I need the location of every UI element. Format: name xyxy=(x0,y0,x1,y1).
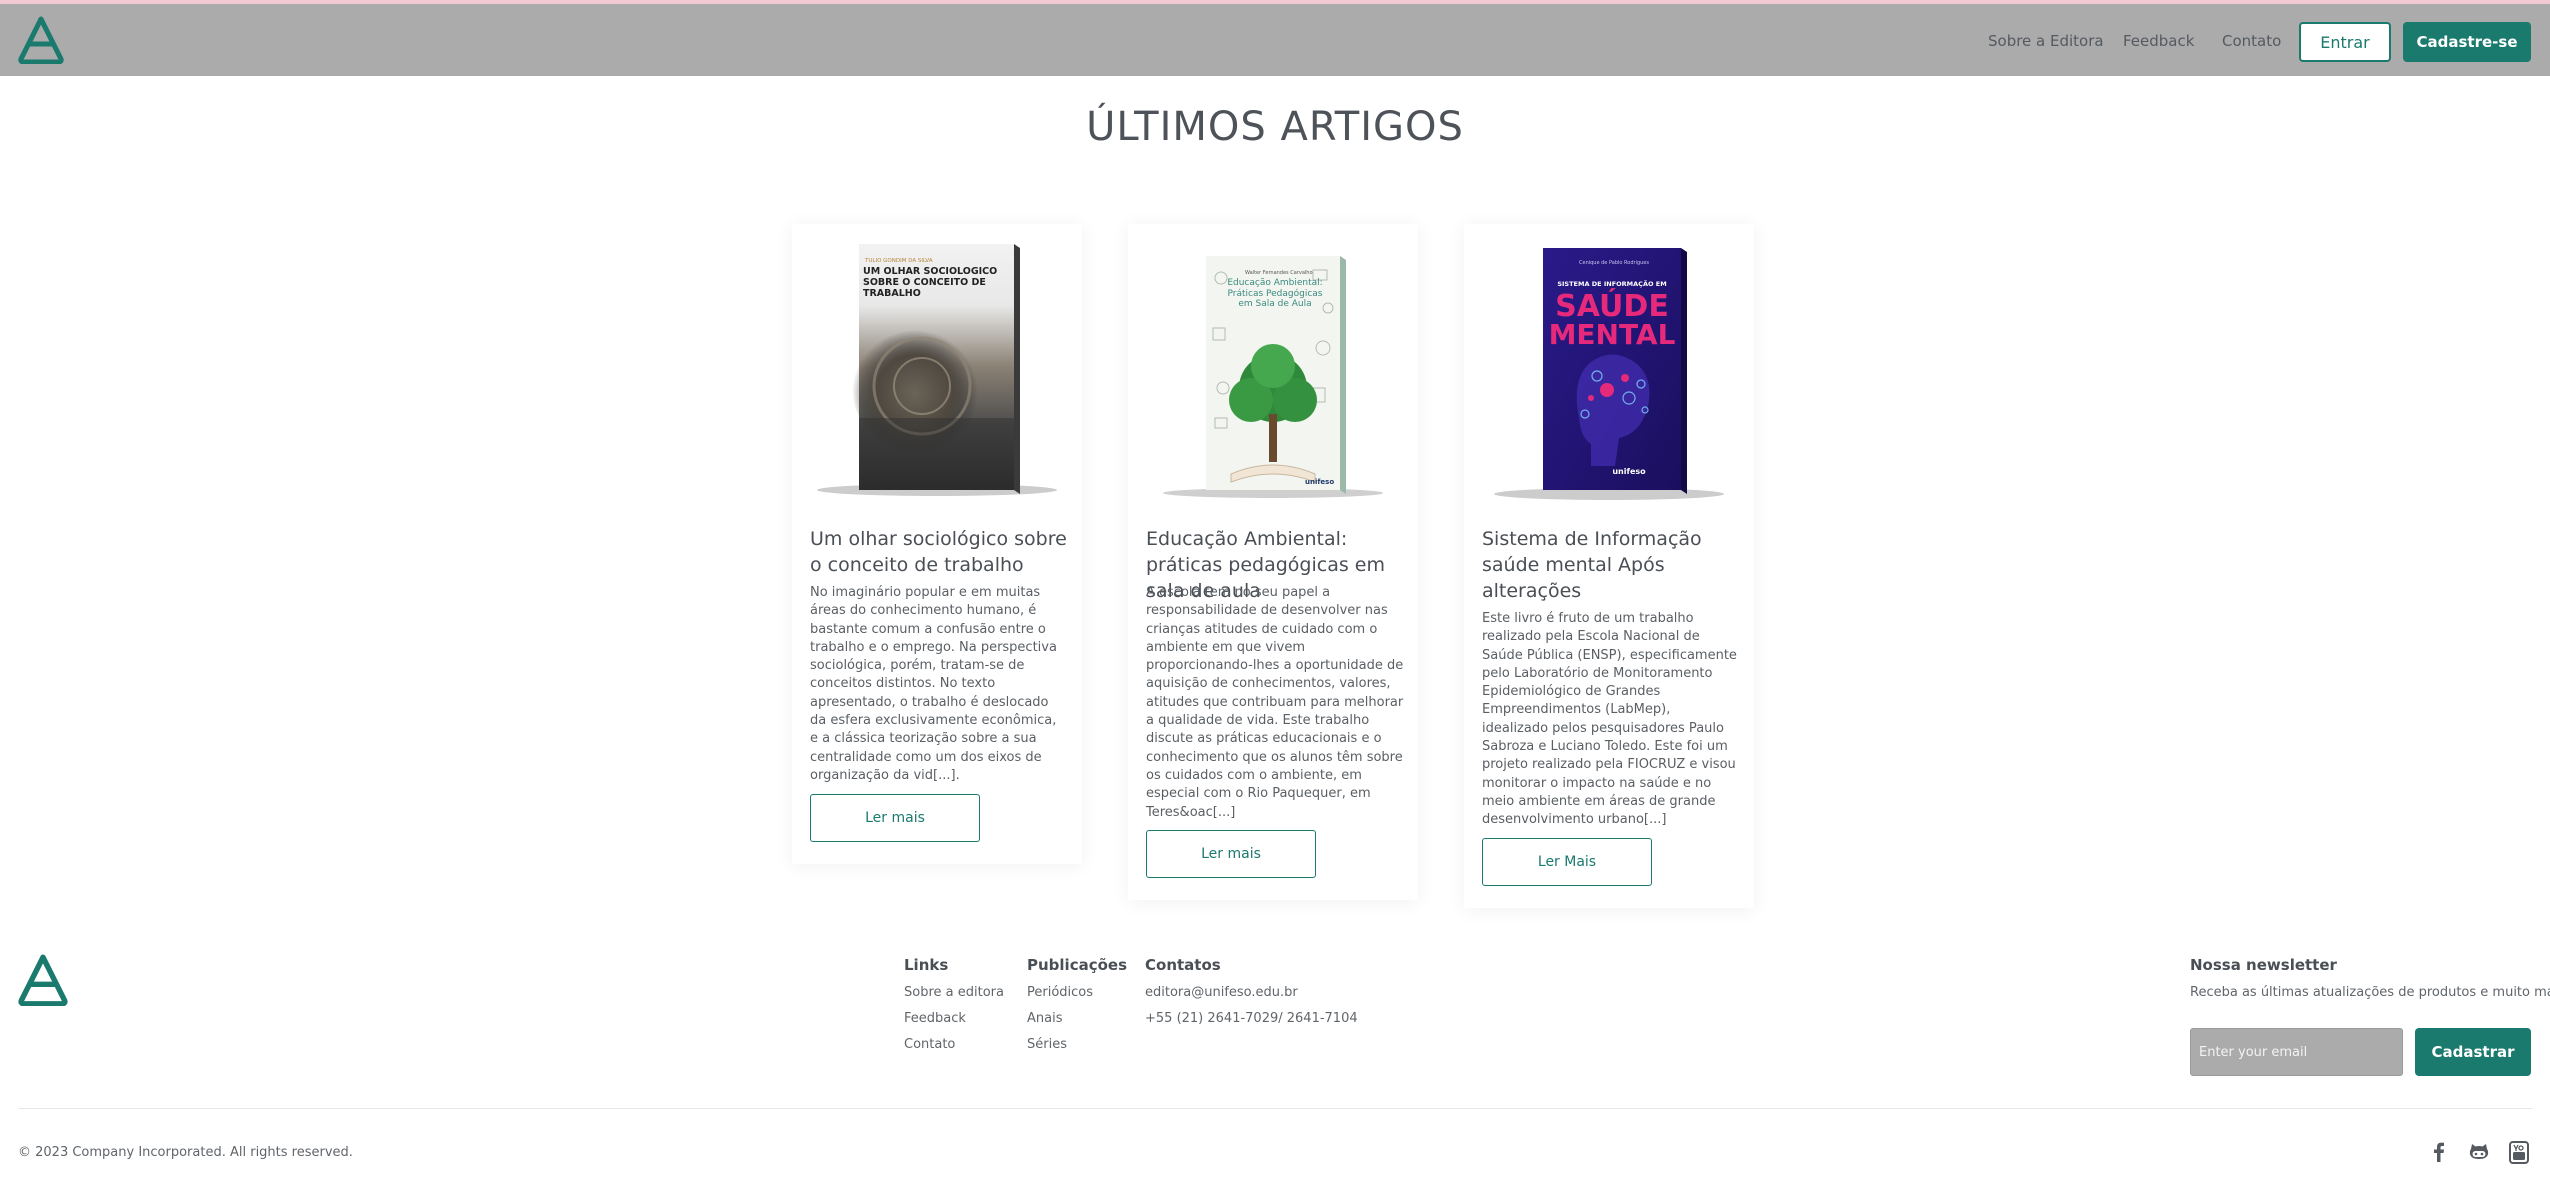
nav-link-feedback[interactable]: Feedback xyxy=(2123,32,2194,50)
nav-link-contato[interactable]: Contato xyxy=(2222,32,2281,50)
footer-divider xyxy=(18,1108,2532,1109)
newsletter-email-input[interactable] xyxy=(2190,1028,2403,1076)
footer-contact-phone: +55 (21) 2641-7029/ 2641-7104 xyxy=(1145,1011,1358,1026)
cover-subtitle: SISTEMA DE INFORMAÇÃO EM xyxy=(1557,279,1666,288)
cover-author: Walter Fernandes Carvalho xyxy=(1245,270,1313,276)
site-header: Sobre a Editora Feedback Contato Entrar … xyxy=(0,4,2550,76)
newsletter-heading: Nossa newsletter xyxy=(2190,956,2337,974)
read-more-button[interactable]: Ler mais xyxy=(1146,830,1316,878)
facebook-icon[interactable] xyxy=(2427,1140,2451,1164)
footer-link-contato[interactable]: Contato xyxy=(904,1037,955,1052)
footer-link-feedback[interactable]: Feedback xyxy=(904,1011,966,1026)
book-cover-image: Cenique de Pablo Rodrigues SISTEMA DE IN… xyxy=(1494,248,1724,500)
copyright-text: © 2023 Company Incorporated. All rights … xyxy=(18,1145,353,1160)
footer-publications-heading: Publicações xyxy=(1027,956,1128,974)
cover-title: UM OLHAR SOCIOLÓGICO SOBRE O CONCEITO DE… xyxy=(863,266,998,299)
footer-contact-email[interactable]: editora@unifeso.edu.br xyxy=(1145,985,1298,1000)
signup-button[interactable]: Cadastre-se xyxy=(2403,22,2531,62)
book-cover-image: TULIO GONDIM DA SILVA UM OLHAR SOCIOLÓGI… xyxy=(817,244,1057,496)
cover-author: TULIO GONDIM DA SILVA xyxy=(864,258,933,264)
read-more-button[interactable]: Ler Mais xyxy=(1482,838,1652,886)
cover-title: Educação Ambiental: Práticas Pedagógicas… xyxy=(1227,278,1323,309)
cover-publisher: unifeso xyxy=(1612,467,1646,476)
article-card: Cenique de Pablo Rodrigues SISTEMA DE IN… xyxy=(1464,224,1754,908)
article-title: Um olhar sociológico sobre o conceito de… xyxy=(810,528,1067,576)
footer-link-anais[interactable]: Anais xyxy=(1027,1011,1062,1026)
youtube-icon[interactable] xyxy=(2507,1140,2531,1164)
logo[interactable] xyxy=(18,16,64,64)
login-button[interactable]: Entrar xyxy=(2299,22,2391,62)
article-excerpt: No imaginário popular e em muitas áreas … xyxy=(810,585,1057,783)
newsletter-text: Receba as últimas atualizações de produt… xyxy=(2190,985,2550,1000)
article-excerpt: Este livro é fruto de um trabalho realiz… xyxy=(1482,611,1737,828)
logo-icon xyxy=(18,954,68,1006)
logo-icon xyxy=(18,16,64,64)
footer-contacts-heading: Contatos xyxy=(1145,956,1221,974)
article-card: TULIO GONDIM DA SILVA UM OLHAR SOCIOLÓGI… xyxy=(792,224,1082,864)
article-card: Walter Fernandes Carvalho Educação Ambie… xyxy=(1128,224,1418,900)
article-title: Sistema de Informação saúde mental Após … xyxy=(1482,528,1702,602)
read-more-button[interactable]: Ler mais xyxy=(810,794,980,842)
footer-link-sobre[interactable]: Sobre a editora xyxy=(904,985,1004,1000)
footer-links-heading: Links xyxy=(904,956,949,974)
newsletter-submit-button[interactable]: Cadastrar xyxy=(2415,1028,2531,1076)
nav-link-sobre[interactable]: Sobre a Editora xyxy=(1988,32,2104,50)
cover-title-line2: MENTAL xyxy=(1549,318,1676,351)
book-cover-image: Walter Fernandes Carvalho Educação Ambie… xyxy=(1163,256,1383,498)
cover-author: Cenique de Pablo Rodrigues xyxy=(1579,260,1649,266)
footer-logo[interactable] xyxy=(18,954,68,1006)
github-icon[interactable] xyxy=(2467,1140,2491,1164)
cover-publisher: unifeso xyxy=(1305,478,1334,486)
article-excerpt: A escola tem no seu papel a responsabili… xyxy=(1146,585,1404,820)
footer-link-periodicos[interactable]: Periódicos xyxy=(1027,985,1093,1000)
page-title: ÚLTIMOS ARTIGOS xyxy=(1086,104,1464,150)
footer-link-series[interactable]: Séries xyxy=(1027,1037,1067,1052)
